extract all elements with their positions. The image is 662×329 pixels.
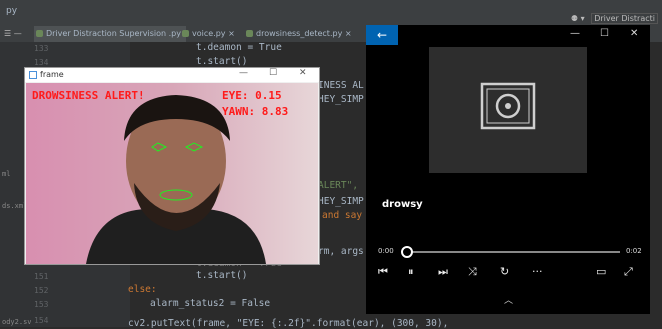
code-fragment: HEY_SIMP — [318, 196, 364, 207]
line-number: 154 — [34, 316, 49, 325]
run-config-label: Driver Distracti — [591, 13, 658, 24]
tab-voice[interactable]: voice.py × — [180, 26, 252, 42]
media-player-window[interactable]: ← — ☐ ✕ drowsy 0:00 0:02 ⏮ ⏸ ⏭ ⤨ ↻ ··· ▭… — [366, 25, 650, 314]
code-line: else: — [128, 284, 157, 295]
frame-title-bar[interactable]: frame — ☐ ✕ — [25, 68, 319, 82]
python-file-icon — [246, 30, 253, 37]
tab-drowsiness-detect[interactable]: drowsiness_detect.py × — [244, 26, 372, 42]
tab-project-menu[interactable]: ☰ — — [4, 26, 28, 42]
seek-thumb[interactable] — [401, 246, 413, 258]
code-line: cv2.putText(frame, "EYE: {:.2f}".format(… — [128, 318, 449, 329]
line-number: 153 — [34, 300, 49, 309]
music-file-icon — [480, 82, 536, 130]
frame-title: frame — [40, 70, 64, 79]
menu-icon: ☰ — — [4, 29, 22, 38]
code-line: t.deamon = True — [196, 42, 282, 53]
media-title-bar[interactable]: ← — ☐ ✕ — [366, 25, 650, 45]
eye-ratio-text: EYE: 0.15 — [222, 89, 282, 102]
code-fragment: ALERT", — [318, 180, 359, 191]
line-number: 133 — [34, 44, 49, 53]
minimize-icon[interactable]: — — [570, 28, 580, 39]
track-title: drowsy — [382, 199, 423, 210]
close-icon[interactable]: ✕ — [630, 28, 638, 39]
line-number: 134 — [34, 58, 49, 67]
seek-bar[interactable] — [402, 251, 620, 253]
repeat-icon[interactable]: ↻ — [500, 265, 509, 278]
frame-window[interactable]: frame — ☐ ✕ DROWSINESS ALERT! EYE: 0.15 — [24, 67, 320, 265]
code-line: alarm_status2 = False — [150, 298, 271, 309]
minimize-icon[interactable]: — — [239, 68, 248, 78]
more-options-icon[interactable]: ··· — [532, 265, 543, 278]
line-number: 152 — [34, 286, 49, 295]
pause-icon[interactable]: ⏸ — [408, 265, 414, 279]
maximize-icon[interactable]: ☐ — [600, 28, 609, 39]
maximize-icon[interactable]: ☐ — [269, 68, 277, 78]
previous-icon[interactable]: ⏮ — [378, 265, 388, 279]
code-fragment: HEY_SIMP — [318, 94, 364, 105]
album-art — [429, 47, 587, 173]
python-file-icon — [36, 30, 43, 37]
camera-feed: DROWSINESS ALERT! EYE: 0.15 YAWN: 8.83 — [26, 83, 318, 264]
ide-title: py — [6, 6, 18, 16]
yawn-ratio-text: YAWN: 8.83 — [222, 105, 289, 118]
tab-driver-distraction[interactable]: Driver Distraction Supervision .py × — [34, 26, 186, 42]
code-fragment: and say — [322, 210, 363, 221]
code-line: t.start() — [196, 270, 248, 281]
gutter-label: ody2.sv — [2, 318, 32, 326]
time-elapsed: 0:00 — [378, 247, 394, 255]
ide-title-bar: py — [0, 0, 662, 24]
chevron-up-icon[interactable]: ︿ — [504, 293, 513, 306]
shuffle-icon[interactable]: ⤨ — [468, 265, 477, 279]
mini-view-icon[interactable]: ▭ — [596, 265, 606, 278]
fullscreen-icon[interactable]: ⤢ — [624, 265, 633, 279]
line-number: 151 — [34, 272, 49, 281]
code-fragment: rm, args — [318, 246, 364, 257]
user-icon: ⚉ ▾ — [570, 14, 585, 23]
code-line: t.start() — [196, 56, 248, 67]
back-button[interactable]: ← — [366, 25, 398, 45]
window-icon — [29, 71, 37, 79]
gutter-label: ml — [2, 170, 11, 178]
drowsiness-alert-text: DROWSINESS ALERT! — [32, 89, 145, 102]
code-fragment: INESS AL — [318, 80, 364, 91]
python-file-icon — [182, 30, 189, 37]
next-icon[interactable]: ⏭ — [438, 265, 448, 279]
close-icon[interactable]: ✕ — [299, 68, 307, 78]
time-total: 0:02 — [626, 247, 642, 255]
